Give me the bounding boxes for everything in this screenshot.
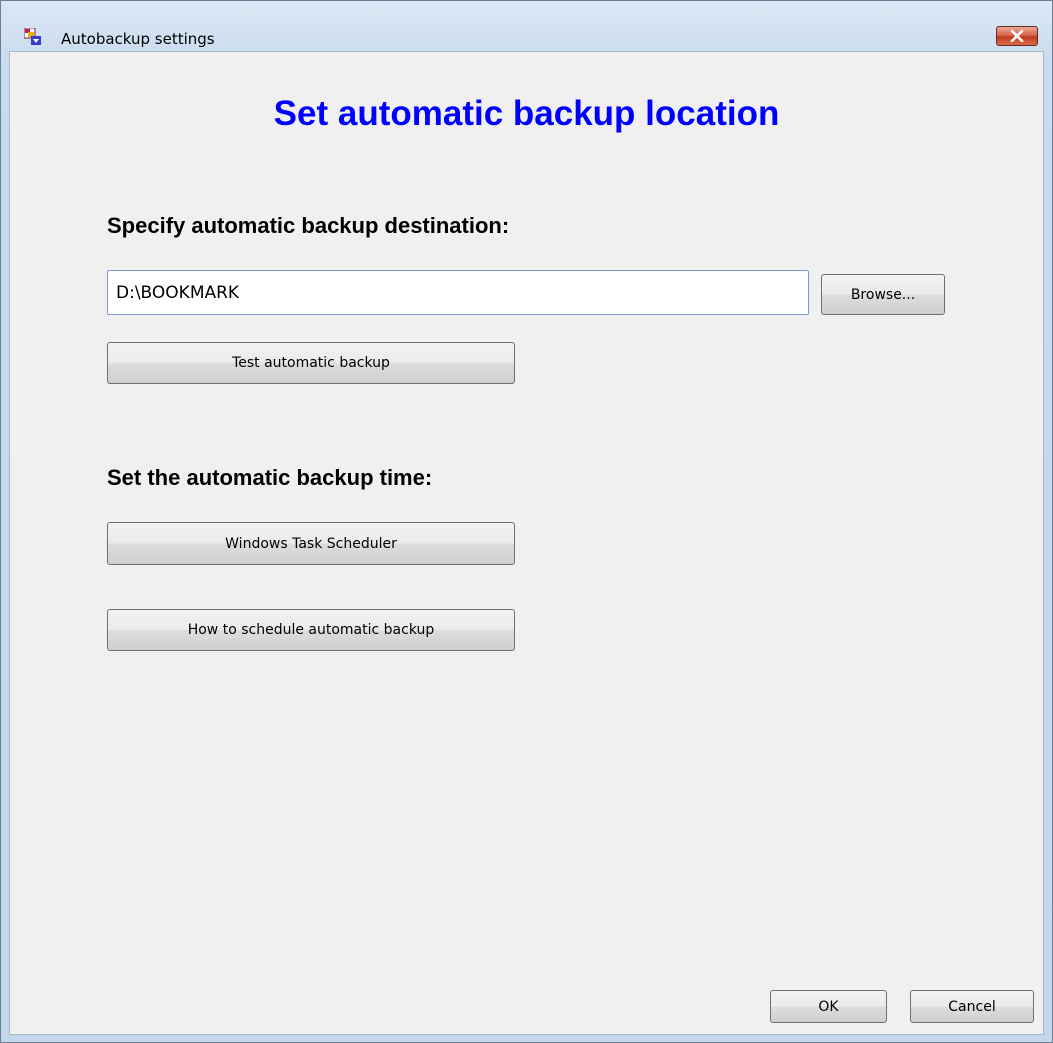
backup-time-heading: Set the automatic backup time: [107, 465, 433, 490]
window-title: Autobackup settings [61, 30, 215, 48]
cancel-button[interactable]: Cancel [910, 990, 1034, 1023]
close-button[interactable] [996, 26, 1038, 46]
close-icon [1010, 27, 1024, 46]
ok-button[interactable]: OK [770, 990, 887, 1023]
browse-button[interactable]: Browse... [821, 274, 945, 315]
task-scheduler-button[interactable]: Windows Task Scheduler [107, 522, 515, 565]
test-backup-button[interactable]: Test automatic backup [107, 342, 515, 384]
title-bar[interactable]: Autobackup settings [1, 1, 1052, 48]
app-icon [23, 27, 41, 45]
backup-path-input[interactable] [107, 270, 809, 315]
howto-schedule-button[interactable]: How to schedule automatic backup [107, 609, 515, 651]
destination-heading: Specify automatic backup destination: [107, 213, 510, 238]
page-title: Set automatic backup location [273, 94, 780, 133]
